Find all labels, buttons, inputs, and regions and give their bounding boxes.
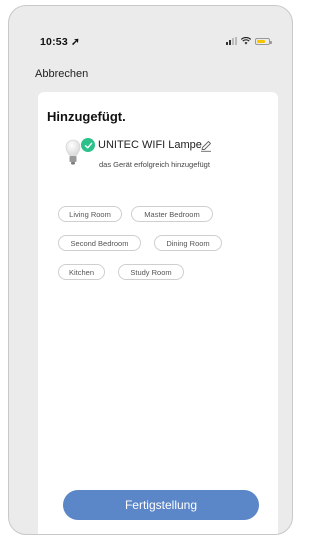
device-status-text: das Gerät erfolgreich hinzugefügt: [99, 160, 210, 169]
device-added-card: Hinzugefügt. UNITEC WIFI Lampe das Gerät…: [38, 92, 278, 534]
room-chip-study-room[interactable]: Study Room: [118, 264, 184, 280]
success-check-icon: [81, 138, 95, 152]
cancel-button[interactable]: Abbrechen: [35, 68, 88, 80]
battery-icon: [255, 37, 272, 45]
edit-icon[interactable]: [200, 140, 212, 152]
phone-frame: 10:53 ➚ Abbrechen Hinzugefügt. UNITEC WI…: [8, 5, 293, 535]
status-bar: 10:53 ➚: [9, 6, 292, 56]
finish-button[interactable]: Fertigstellung: [63, 490, 259, 520]
bulb-icon: [65, 139, 81, 165]
room-chip-master-bedroom[interactable]: Master Bedroom: [131, 206, 213, 222]
wifi-icon: [241, 37, 251, 45]
status-icons: [226, 37, 272, 45]
room-chip-second-bedroom[interactable]: Second Bedroom: [58, 235, 141, 251]
signal-icon: [226, 37, 237, 45]
device-name: UNITEC WIFI Lampe: [98, 139, 202, 151]
room-chip-kitchen[interactable]: Kitchen: [58, 264, 105, 280]
status-time: 10:53 ➚: [40, 36, 80, 48]
room-chip-living-room[interactable]: Living Room: [58, 206, 122, 222]
room-chip-dining-room[interactable]: Dining Room: [154, 235, 222, 251]
card-title: Hinzugefügt.: [47, 109, 126, 124]
